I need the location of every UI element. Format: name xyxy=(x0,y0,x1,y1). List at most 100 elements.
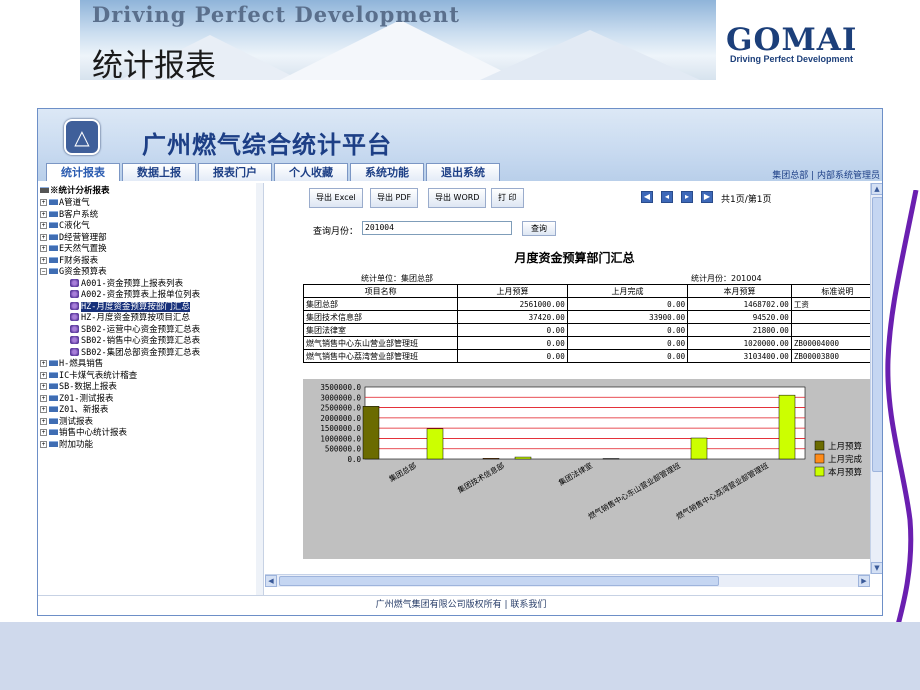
tree-folder-item[interactable]: + A管道气 xyxy=(40,198,90,209)
table-header-row: 项目名称 上月预算 上月完成 本月预算 标准说明 xyxy=(302,284,882,298)
expand-toggle-icon[interactable]: + xyxy=(40,245,47,252)
folder-icon xyxy=(49,245,58,251)
table-cell: 3103400.00 xyxy=(687,349,792,363)
tree-folder-item[interactable]: + E天然气置换 xyxy=(40,244,107,255)
column-header: 上月预算 xyxy=(457,284,568,298)
expand-toggle-icon[interactable]: + xyxy=(40,429,47,436)
tab-statistics-reports[interactable]: 统计报表 xyxy=(46,163,120,181)
expand-toggle-icon[interactable]: + xyxy=(40,371,47,379)
previous-page-icon[interactable]: ◂ xyxy=(661,191,673,203)
expand-toggle-icon[interactable]: + xyxy=(40,383,47,390)
slide-title: 统计报表 xyxy=(92,48,216,84)
horizontal-scroll-thumb[interactable] xyxy=(279,576,719,586)
column-header: 上月完成 xyxy=(566,284,689,298)
tree-report-item[interactable]: SB02-运营中心资金预算汇总表 xyxy=(70,324,200,336)
tree-item-label: C液化气 xyxy=(59,221,90,231)
vertical-scrollbar[interactable]: ▲ ▼ xyxy=(870,183,882,574)
scroll-up-icon[interactable]: ▲ xyxy=(871,183,882,195)
tree-folder-item[interactable]: + 测试报表 xyxy=(40,417,93,428)
table-cell: 33900.00 xyxy=(566,310,689,324)
expand-toggle-icon[interactable]: + xyxy=(40,210,47,218)
tree-report-item[interactable]: A002-资金预算表上报单位列表 xyxy=(70,290,200,301)
tree-item-label: A001-资金预算上报表列表 xyxy=(81,278,184,289)
company-logo: GOMAI xyxy=(726,22,858,58)
expand-toggle-icon[interactable]: + xyxy=(40,222,47,229)
tree-folder-item[interactable]: − G资金预算表 xyxy=(40,267,107,278)
table-row: 集团技术信息部 37420.00 33900.00 94520.00 xyxy=(302,310,882,324)
expand-toggle-icon[interactable]: + xyxy=(40,233,47,241)
tree-report-item[interactable]: A001-资金预算上报表列表 xyxy=(70,278,184,290)
tree-item-label: A002-资金预算表上报单位列表 xyxy=(81,290,201,300)
vertical-scroll-thumb[interactable] xyxy=(872,197,882,472)
tree-report-item[interactable]: HZ-月度资金预算按部门汇总 xyxy=(70,301,190,313)
export-excel-button[interactable]: 导出 Excel xyxy=(309,188,363,208)
tree-folder-item[interactable]: + Z01-测试报表 xyxy=(40,394,113,405)
tree-folder-item[interactable]: + C液化气 xyxy=(40,221,90,232)
table-row: 燃气销售中心荔湾营业部管理班 0.00 0.00 3103400.00 ZB000038… xyxy=(302,349,882,363)
scroll-left-icon[interactable]: ◀ xyxy=(265,575,277,587)
y-tick-label: 2000000.0 xyxy=(320,414,361,423)
print-button[interactable]: 打 印 xyxy=(491,188,524,208)
folder-icon xyxy=(49,360,58,366)
first-page-icon[interactable]: ◀ xyxy=(641,191,653,203)
tree-folder-item[interactable]: + B客户系统 xyxy=(40,210,98,221)
tree-report-item[interactable]: SB02-销售中心资金预算汇总表 xyxy=(70,336,200,347)
tree-root-icon xyxy=(40,187,49,193)
slide-banner: Driving Perfect Development 统计报表 GOMAI D… xyxy=(0,0,920,84)
next-page-icon[interactable]: ▸ xyxy=(681,191,693,203)
last-page-icon[interactable]: ▶ xyxy=(701,191,713,203)
tree-item-label: HZ-月度资金预算按部门汇总 xyxy=(81,301,190,312)
tab-logout[interactable]: 退出系统 xyxy=(426,163,500,181)
query-month-input[interactable]: 201004 xyxy=(362,221,512,235)
scroll-down-icon[interactable]: ▼ xyxy=(871,562,882,574)
tree-item-label: IC卡煤气表统计稽查 xyxy=(59,370,138,381)
tree-root[interactable]: ※统计分析报表 xyxy=(40,186,110,197)
export-word-button[interactable]: 导出 WORD xyxy=(428,188,487,208)
tab-data-submission[interactable]: 数据上报 xyxy=(122,163,196,181)
table-cell: 2561000.00 xyxy=(457,297,568,311)
bar-3-2 xyxy=(690,437,708,460)
tab-system-functions[interactable]: 系统功能 xyxy=(350,163,424,181)
table-row: 燃气销售中心东山营业部管理班 0.00 0.00 1020000.00 ZB000040… xyxy=(302,336,882,350)
expand-toggle-icon[interactable]: + xyxy=(40,256,47,264)
y-tick-label: 3000000.0 xyxy=(320,393,361,402)
tree-folder-item[interactable]: + H-燃具销售 xyxy=(40,359,103,370)
query-button[interactable]: 查询 xyxy=(522,221,556,236)
tree-folder-item[interactable]: + 销售中心统计报表 xyxy=(40,428,127,439)
y-tick-label: 500000.0 xyxy=(325,445,362,454)
report-icon xyxy=(70,290,79,298)
tree-folder-item[interactable]: + SB-数据上报表 xyxy=(40,382,117,393)
expand-toggle-icon[interactable]: + xyxy=(40,440,47,448)
table-cell: 94520.00 xyxy=(687,310,792,324)
tree-folder-item[interactable]: + F财务报表 xyxy=(40,256,98,267)
tab-favorites[interactable]: 个人收藏 xyxy=(274,163,348,181)
tree-item-label: 销售中心统计报表 xyxy=(59,428,128,438)
banner-motto: Driving Perfect Development xyxy=(92,2,460,27)
expand-toggle-icon[interactable]: + xyxy=(40,199,47,206)
column-header: 本月预算 xyxy=(687,284,792,298)
pane-splitter[interactable] xyxy=(256,183,264,595)
expand-toggle-icon[interactable]: + xyxy=(40,417,47,425)
y-tick-label: 0.0 xyxy=(347,455,361,464)
tree-folder-item[interactable]: + 附加功能 xyxy=(40,440,93,451)
slide-bottom-band xyxy=(0,622,920,690)
tree-report-item[interactable]: SB02-集团总部资金预算汇总表 xyxy=(70,347,200,359)
tree-folder-item[interactable]: + Z01、新报表 xyxy=(40,405,108,416)
tree-report-item[interactable]: HZ-月度资金预算按项目汇总 xyxy=(70,313,190,324)
report-tree: ※统计分析报表 + A管道气 + B客户系统 + C液化气 + D经营管理部 + E天然气置换 + F… xyxy=(38,183,256,595)
collapse-toggle-icon[interactable]: − xyxy=(40,268,47,275)
scroll-right-icon[interactable]: ▶ xyxy=(858,575,870,587)
tab-report-portal[interactable]: 报表门户 xyxy=(198,163,272,181)
expand-toggle-icon[interactable]: + xyxy=(40,394,47,402)
expand-toggle-icon[interactable]: + xyxy=(40,360,47,367)
bar-4-2 xyxy=(778,394,796,460)
table-cell: 0.00 xyxy=(566,349,689,363)
tree-folder-item[interactable]: + D经营管理部 xyxy=(40,233,107,244)
folder-icon xyxy=(49,210,58,217)
expand-toggle-icon[interactable]: + xyxy=(40,406,47,413)
bar-1-1 xyxy=(482,458,500,460)
tree-folder-item[interactable]: + IC卡煤气表统计稽查 xyxy=(40,371,137,382)
export-pdf-button[interactable]: 导出 PDF xyxy=(370,188,419,208)
horizontal-scrollbar[interactable]: ◀ ▶ xyxy=(265,574,870,587)
table-cell: 燃气销售中心荔湾营业部管理班 xyxy=(302,349,459,363)
